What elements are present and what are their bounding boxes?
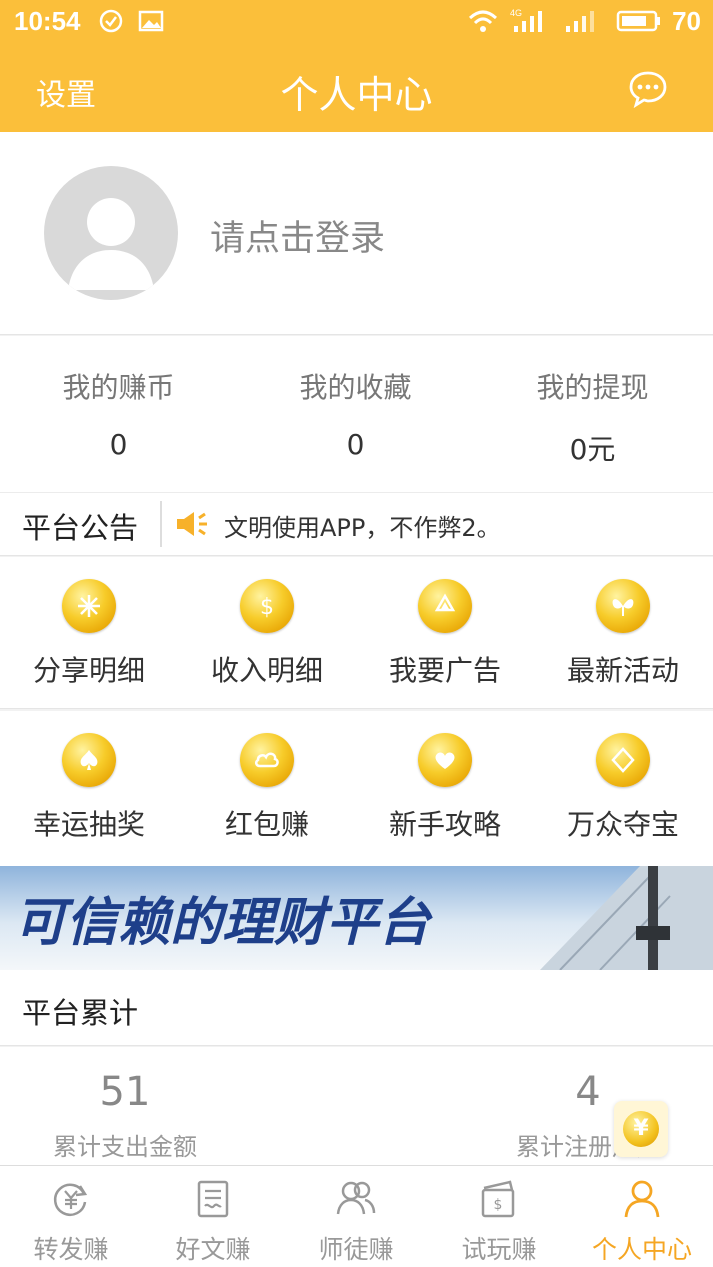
tab-mentor-earn[interactable]: 师徒赚 — [285, 1166, 427, 1267]
users-icon — [336, 1181, 376, 1215]
page-title: 个人中心 — [280, 73, 433, 117]
notice-bar[interactable]: 平台公告 文明使用APP，不作弊2。 — [0, 492, 713, 556]
notice-title: 平台公告 — [22, 511, 139, 545]
battery-icon — [616, 10, 660, 32]
tab-personal-center[interactable]: 个人中心 — [571, 1166, 713, 1267]
grid-item-lucky-draw[interactable]: 幸运抽奖 — [0, 711, 178, 863]
grid-item-red-packet[interactable]: 红包赚 — [178, 711, 356, 863]
spade-coin-icon — [62, 733, 116, 787]
grid-item-label: 最新活动 — [566, 654, 679, 687]
grid-item-label: 收入明细 — [210, 654, 323, 687]
butterfly-coin-icon — [596, 579, 650, 633]
grid-item-income-details[interactable]: $ 收入明细 — [178, 557, 356, 709]
stat-favorites[interactable]: 我的收藏 0 — [237, 366, 474, 461]
accum-value: 4 — [575, 1069, 601, 1115]
accum-label: 累计支出金额 — [53, 1133, 197, 1161]
profile-section[interactable]: 请点击登录 — [0, 132, 713, 335]
wifi-icon — [468, 10, 498, 32]
stats-section: 我的赚币 0 我的收藏 0 我的提现 0元 — [0, 336, 713, 492]
accum-value: 51 — [99, 1069, 151, 1115]
stat-withdrawals[interactable]: 我的提现 0元 — [474, 366, 711, 468]
tab-forward-earn[interactable]: 转发赚 — [0, 1166, 142, 1267]
grid-item-label: 我要广告 — [388, 654, 501, 687]
stat-value: 0 — [346, 428, 365, 461]
tab-label: 试玩赚 — [461, 1235, 537, 1264]
feature-grid-row-2: 幸运抽奖 红包赚 新手攻略 万众夺宝 — [0, 711, 713, 866]
battery-level: 70 — [672, 6, 701, 36]
promo-banner[interactable]: 可信赖的理财平台 — [0, 866, 713, 970]
tab-label: 转发赚 — [33, 1235, 109, 1264]
snowflake-coin-icon — [62, 579, 116, 633]
accum-total-users: 4 累计注册用户 — [463, 1069, 713, 1162]
tab-label: 个人中心 — [591, 1235, 692, 1264]
grid-item-label: 分享明细 — [32, 654, 145, 687]
login-prompt[interactable]: 请点击登录 — [210, 210, 385, 261]
accumulation-header: 平台累计 — [0, 970, 713, 1046]
grid-item-share-details[interactable]: 分享明细 — [0, 557, 178, 709]
signal-4g-icon: 4G — [510, 8, 542, 32]
grid-item-label: 红包赚 — [224, 808, 309, 841]
document-icon — [197, 1180, 229, 1218]
stat-value: 0元 — [569, 433, 616, 466]
notice-text: 文明使用APP，不作弊2。 — [224, 514, 501, 542]
person-icon — [624, 1180, 660, 1218]
yuan-refresh-icon — [53, 1183, 88, 1217]
status-time: 10:54 — [14, 6, 81, 36]
status-bar: 10:54 4G 70 — [0, 0, 713, 46]
grid-item-label: 万众夺宝 — [566, 808, 679, 841]
banner-text: 可信赖的理财平台 — [14, 892, 433, 953]
grid-item-label: 幸运抽奖 — [32, 808, 145, 841]
yuan-coin-icon: ¥ — [623, 1111, 659, 1147]
accumulation-section: 51 累计支出金额 4 累计注册用户 — [0, 1047, 713, 1165]
bottom-tab-bar: 转发赚 好文赚 师徒赚 $ 试玩赚 个人中心 — [0, 1165, 713, 1267]
svg-text:$: $ — [494, 1197, 503, 1213]
stat-value: 0 — [109, 428, 128, 461]
speaker-icon — [177, 512, 207, 536]
tab-label: 好文赚 — [175, 1235, 251, 1264]
grid-item-advertise[interactable]: 我要广告 — [356, 557, 534, 709]
stat-label: 我的收藏 — [299, 371, 412, 404]
tab-trial-earn[interactable]: $ 试玩赚 — [428, 1166, 570, 1267]
network-type-label: 4G — [510, 8, 522, 18]
grid-item-latest-events[interactable]: 最新活动 — [534, 557, 712, 709]
signal-icon — [566, 11, 594, 32]
accum-label: 累计注册用户 — [516, 1133, 660, 1161]
default-avatar-icon — [68, 198, 154, 290]
tab-label: 师徒赚 — [318, 1235, 394, 1264]
notice-divider — [160, 501, 162, 547]
diamond-coin-icon — [596, 733, 650, 787]
dollar-coin-icon: $ — [240, 579, 294, 633]
grid-item-beginner-guide[interactable]: 新手攻略 — [356, 711, 534, 863]
stat-coins[interactable]: 我的赚币 0 — [0, 366, 237, 461]
stat-label: 我的赚币 — [62, 371, 175, 404]
banner-image: 可信赖的理财平台 — [0, 866, 713, 970]
accumulation-title: 平台累计 — [22, 996, 139, 1030]
check-circle-icon — [99, 9, 123, 33]
svg-text:$: $ — [260, 595, 274, 620]
floating-coin-button[interactable]: ¥ — [614, 1101, 668, 1157]
image-icon — [138, 10, 164, 32]
tab-article-earn[interactable]: 好文赚 — [142, 1166, 284, 1267]
stat-label: 我的提现 — [536, 371, 649, 404]
avatar[interactable] — [44, 166, 178, 300]
message-icon[interactable] — [629, 70, 667, 108]
heart-coin-icon — [418, 733, 472, 787]
title-bar: 设置 个人中心 — [0, 46, 713, 132]
wallet-icon: $ — [481, 1180, 515, 1218]
grid-item-label: 新手攻略 — [388, 808, 501, 841]
grid-item-treasure[interactable]: 万众夺宝 — [534, 711, 712, 863]
accum-total-expense: 51 累计支出金额 — [0, 1069, 250, 1162]
recycle-coin-icon — [418, 579, 472, 633]
feature-grid-row-1: 分享明细 $ 收入明细 我要广告 最新活动 — [0, 557, 713, 709]
cloud-coin-icon — [240, 733, 294, 787]
